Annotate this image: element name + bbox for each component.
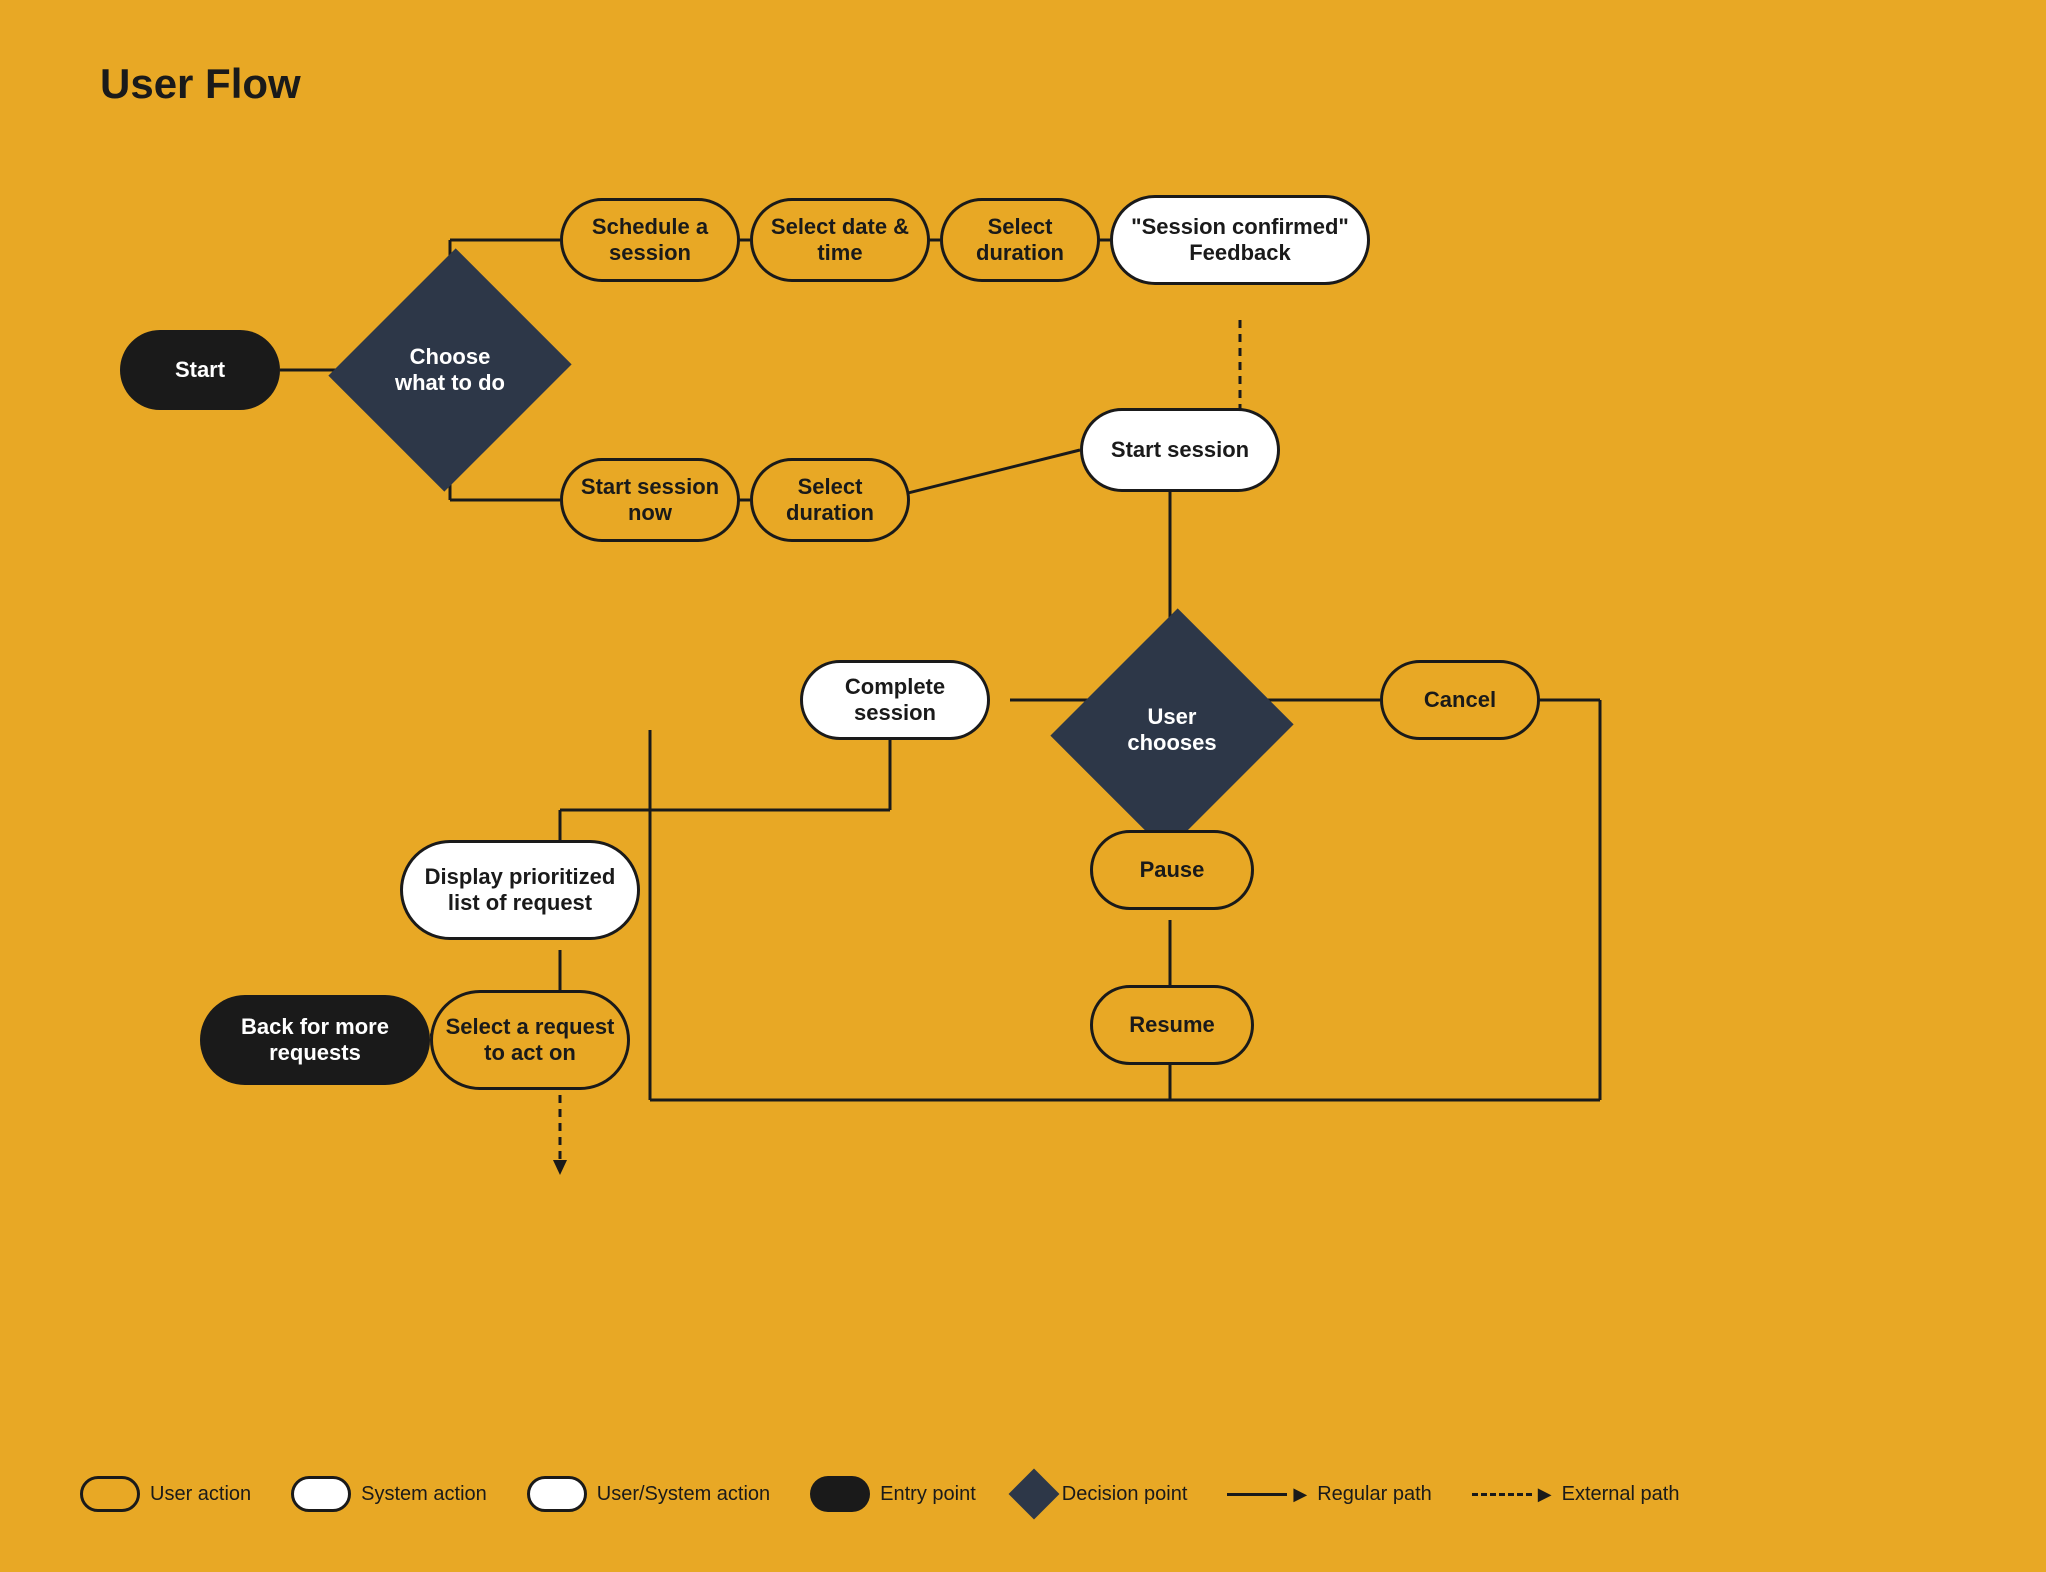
select-duration-top-node: Selectduration: [940, 198, 1100, 282]
select-date-node: Select date &time: [750, 198, 930, 282]
flowchart: Start Choosewhat to do Schedule a sessio…: [0, 0, 2046, 1572]
legend-system-action: System action: [291, 1476, 487, 1512]
start-session-node: Start session: [1080, 408, 1280, 492]
legend-decision-point: Decision point: [1016, 1476, 1188, 1512]
back-for-more-node: Back for morerequests: [200, 995, 430, 1085]
legend-external-line: ▶: [1472, 1484, 1552, 1505]
select-duration-mid-node: Selectduration: [750, 458, 910, 542]
user-chooses-diamond: Userchooses: [1090, 640, 1254, 820]
legend: User action System action User/System ac…: [80, 1476, 1679, 1512]
schedule-session-node: Schedule a session: [560, 198, 740, 282]
legend-regular-path: ▶ Regular path: [1227, 1483, 1431, 1506]
start-session-now-node: Start sessionnow: [560, 458, 740, 542]
legend-external-path: ▶ External path: [1472, 1483, 1680, 1506]
legend-entry-shape: [810, 1476, 870, 1512]
legend-user-system-shape: [527, 1476, 587, 1512]
resume-node: Resume: [1090, 985, 1254, 1065]
cancel-node: Cancel: [1380, 660, 1540, 740]
legend-entry-point: Entry point: [810, 1476, 976, 1512]
legend-regular-line: ▶: [1227, 1484, 1307, 1505]
legend-user-action-shape: [80, 1476, 140, 1512]
pause-node: Pause: [1090, 830, 1254, 910]
select-request-node: Select a requestto act on: [430, 990, 630, 1090]
start-node: Start: [120, 330, 280, 410]
legend-user-system-action: User/System action: [527, 1476, 770, 1512]
complete-session-node: Completesession: [800, 660, 990, 740]
choose-diamond: Choosewhat to do: [368, 280, 532, 460]
legend-user-action: User action: [80, 1476, 251, 1512]
legend-decision-shape: [1008, 1469, 1059, 1520]
legend-system-action-shape: [291, 1476, 351, 1512]
display-list-node: Display prioritizedlist of request: [400, 840, 640, 940]
session-confirmed-node: "Session confirmed"Feedback: [1110, 195, 1370, 285]
